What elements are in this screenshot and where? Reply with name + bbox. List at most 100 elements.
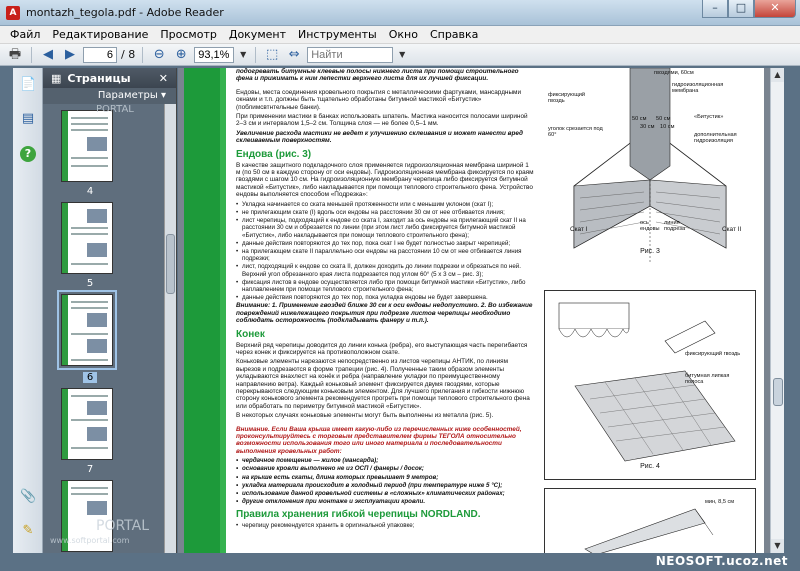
figure-4-caption: Рис. 4 xyxy=(640,463,660,470)
thumbnail-label: 7 xyxy=(86,464,94,475)
scrollbar-thumb[interactable] xyxy=(773,378,783,406)
list-item: на крыше есть скаты, длина которых превы… xyxy=(236,474,534,481)
figure-5: мин, 8,5 см xyxy=(544,488,756,553)
intro-paragraph-2: При применении мастики в банках использо… xyxy=(236,113,528,128)
label-fixing-nail: фиксирующий гвоздь xyxy=(548,92,586,105)
list-item: фиксация листов в ендове осуществляется … xyxy=(236,279,534,293)
menu-file[interactable]: Файл xyxy=(4,28,46,41)
list-item: черепицу рекомендуется хранить в оригина… xyxy=(236,522,534,529)
menu-edit[interactable]: Редактирование xyxy=(46,28,154,41)
document-scrollbar[interactable]: ▲ ▼ xyxy=(770,68,784,553)
list-item: укладка материала происходит в холодный … xyxy=(236,482,534,489)
label-10: 10 см xyxy=(660,124,675,130)
page-thumbnail-5[interactable] xyxy=(61,202,113,274)
toolbar-separator xyxy=(31,46,32,63)
comments-icon[interactable]: ✎ xyxy=(20,522,36,540)
page-thumbnail-6[interactable] xyxy=(57,290,117,370)
watermark-site: www.softportal.com xyxy=(50,536,130,545)
zoom-in-icon[interactable]: ⊕ xyxy=(172,46,190,64)
konek-paragraph-3: В некоторых случаях коньковые элементы м… xyxy=(236,412,494,420)
endova-warning: Внимание: 1. Применение гвоздей ближе 30… xyxy=(236,302,533,325)
list-item: на прилегающем скате II параллельно оси … xyxy=(236,248,534,262)
heading-endova: Ендова (рис. 3) xyxy=(236,148,312,160)
zoom-input[interactable] xyxy=(194,46,235,63)
next-page-icon[interactable]: ▶ xyxy=(61,46,79,64)
endova-paragraph: В качестве защитного подкладочного слоя … xyxy=(236,161,534,199)
previous-page-icon[interactable]: ◀ xyxy=(39,46,57,64)
konek-paragraph-1: Верхний ряд черепицы доводится до линии … xyxy=(236,341,528,356)
label-30: 30 см xyxy=(640,124,655,130)
panel-close-icon[interactable]: ✕ xyxy=(159,72,168,85)
find-dropdown-icon[interactable]: ▼ xyxy=(397,46,407,64)
label-slope-1: Скат I xyxy=(570,226,588,233)
label-cutline: линия подреза xyxy=(664,220,686,233)
label-fixing-nail-fig4: фиксирующий гвоздь xyxy=(685,351,741,357)
page-number-input[interactable] xyxy=(83,46,117,63)
find-input[interactable] xyxy=(307,46,394,63)
paperclip-icon[interactable]: 📎 xyxy=(20,488,36,506)
fit-width-icon[interactable]: ⇔ xyxy=(285,46,303,64)
thumbnail-label: 4 xyxy=(86,186,94,197)
watermark-portal-top: PORTAL xyxy=(96,104,134,115)
pages-icon[interactable]: 📄 xyxy=(20,76,36,94)
window-controls: – □ ✕ xyxy=(702,0,796,18)
help-icon[interactable]: ? xyxy=(20,146,36,162)
intro-bold-2: Увеличение расхода мастики не ведет к ул… xyxy=(236,129,524,145)
list-item: чердачное помещение — жилое (мансарда); xyxy=(236,457,534,464)
endova-list: Укладка начинается со ската меньшей прот… xyxy=(236,201,534,302)
list-item: данные действия повторяются до тех пор, … xyxy=(236,240,534,247)
list-item: не прилегающим скате (I) вдоль оси ендов… xyxy=(236,209,534,216)
menu-help[interactable]: Справка xyxy=(424,28,484,41)
scroll-up-icon[interactable]: ▲ xyxy=(771,68,784,82)
heading-konek: Конек xyxy=(236,328,265,340)
list-item: лист, подходящий к ендове со ската II, д… xyxy=(236,263,534,277)
figure-3: гвоздями, 60см гидроизоляционная мембран… xyxy=(544,68,756,282)
heading-storage: Правила хранения гибкой черепицы NORDLAN… xyxy=(236,509,481,521)
print-icon[interactable]: 🖶 xyxy=(6,46,24,64)
maximize-button[interactable]: □ xyxy=(728,0,754,18)
pages-panel-title: Страницы xyxy=(67,71,131,85)
page-thumbnail-4[interactable] xyxy=(61,110,113,182)
figure-3-caption: Рис. 3 xyxy=(640,248,660,255)
pages-panel: ▦ Страницы ✕ Параметры ▾ 4 5 6 7 xyxy=(43,68,177,553)
list-item: основание кровли выполнено не из ОСП / ф… xyxy=(236,465,534,472)
page-total: / 8 xyxy=(121,48,136,61)
title-bar: A montazh_tegola.pdf - Adobe Reader – □ … xyxy=(0,0,800,26)
menu-document[interactable]: Документ xyxy=(223,28,292,41)
zoom-out-icon[interactable]: ⊖ xyxy=(150,46,168,64)
label-extra-waterproofing: дополнительная гидроизоляция xyxy=(694,132,737,145)
label-min: мин, 8,5 см xyxy=(705,499,735,505)
document-area[interactable]: подогревать битумные клеевые полосы нижн… xyxy=(178,68,770,553)
label-membrane: гидроизоляционная мембрана xyxy=(672,82,724,95)
watermark-corner: NEOSOFT.ucoz.net xyxy=(655,554,788,568)
adobe-reader-icon: A xyxy=(6,6,20,20)
page-green-band xyxy=(184,68,220,553)
list-item: лист черепицы, подходящий к ендове со ск… xyxy=(236,217,534,239)
figure-4: фиксирующий гвоздь битумная липкая полос… xyxy=(544,290,756,480)
watermark-portal-bottom: PORTAL xyxy=(96,518,150,534)
close-button[interactable]: ✕ xyxy=(754,0,796,18)
text-column: подогревать битумные клеевые полосы нижн… xyxy=(236,68,534,531)
toolbar-separator xyxy=(142,46,144,63)
page-thumbnail-7[interactable] xyxy=(61,388,113,460)
menu-window[interactable]: Окно xyxy=(383,28,424,41)
label-50-a: 50 см xyxy=(632,116,647,122)
toolbar: 🖶 ◀ ▶ / 8 ⊖ ⊕ ▼ ⬚ ⇔ ▼ xyxy=(0,44,800,66)
menu-tools[interactable]: Инструменты xyxy=(292,28,383,41)
attachments-panel-icon[interactable]: ▤ xyxy=(20,110,36,128)
label-corner-cut: уголок срезается под 60° xyxy=(548,126,603,139)
toolbar-separator xyxy=(255,46,257,63)
storage-list: черепицу рекомендуется хранить в оригина… xyxy=(236,522,534,529)
thumbnail-list: 4 5 6 7 xyxy=(43,104,165,553)
pdf-page: подогревать битумные клеевые полосы нижн… xyxy=(184,68,764,553)
panel-options-button[interactable]: Параметры ▾ xyxy=(43,88,176,104)
panel-scrollbar[interactable] xyxy=(164,104,176,553)
list-item: использование данной кровельной системы … xyxy=(236,490,534,497)
list-item: данные действия повторяются до тех пор, … xyxy=(236,294,534,301)
scroll-down-icon[interactable]: ▼ xyxy=(771,539,784,553)
fit-page-icon[interactable]: ⬚ xyxy=(263,46,281,64)
minimize-button[interactable]: – xyxy=(702,0,728,18)
konek-paragraph-2: Коньковые элементы нарезаются непосредст… xyxy=(236,358,530,410)
menu-view[interactable]: Просмотр xyxy=(154,28,222,41)
zoom-dropdown-icon[interactable]: ▼ xyxy=(238,46,248,64)
